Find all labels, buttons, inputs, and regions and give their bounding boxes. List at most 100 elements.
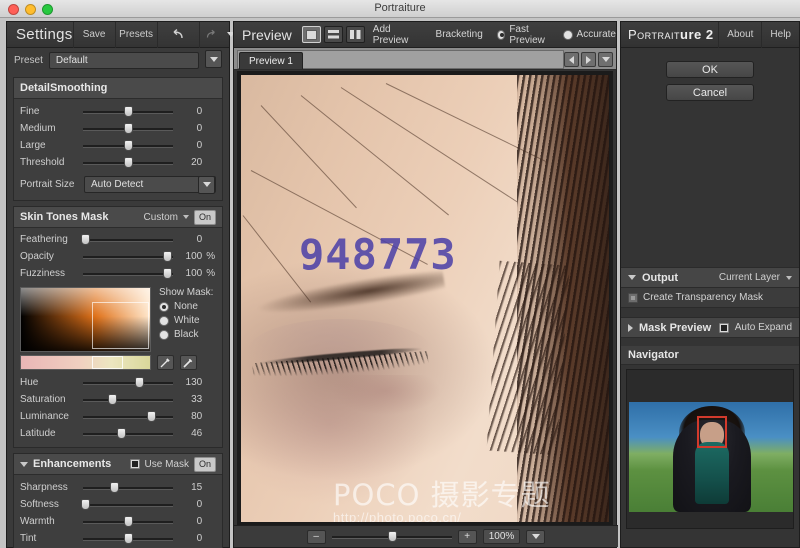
save-button[interactable]: Save [72, 21, 115, 48]
enhancements-toggle[interactable]: On [193, 456, 216, 472]
slider-latitude[interactable]: Latitude 46 [14, 425, 222, 442]
show-mask-option-white[interactable]: White [159, 315, 213, 326]
slider-track[interactable] [82, 377, 173, 389]
arrow-right-icon[interactable] [581, 52, 596, 67]
slider-track[interactable] [82, 106, 173, 118]
slider-fuzziness[interactable]: Fuzziness 100 % [14, 265, 222, 282]
portrait-size-select[interactable]: Auto Detect [84, 175, 216, 194]
slider-track[interactable] [82, 533, 173, 545]
eyedropper-icon[interactable] [157, 355, 174, 370]
enhancements-header[interactable]: Enhancements Use Mask On [14, 454, 222, 475]
slider-track[interactable] [82, 268, 173, 280]
quality-option-accurate[interactable]: Accurate [557, 29, 616, 40]
preview-image[interactable]: 948773 POCO 摄影专题 http://photo.poco.cn/ [241, 75, 609, 522]
zoom-out-button[interactable]: – [306, 529, 326, 544]
ok-button[interactable]: OK [666, 61, 754, 78]
radio-icon[interactable] [159, 315, 169, 326]
slider-feathering[interactable]: Feathering 0 [14, 231, 222, 248]
chevron-right-icon[interactable] [628, 323, 633, 332]
radio-icon[interactable] [496, 29, 506, 40]
zoom-level-value: 100% [482, 529, 521, 544]
radio-icon[interactable] [159, 329, 169, 340]
slider-threshold[interactable]: Threshold 20 [14, 154, 222, 171]
undo-icon[interactable] [156, 21, 199, 48]
under-eye-region [331, 375, 441, 415]
slider-track[interactable] [81, 234, 173, 246]
split-vertical-icon[interactable] [345, 26, 365, 43]
slider-track[interactable] [81, 499, 173, 511]
slider-value: 46 [191, 428, 203, 439]
slider-track[interactable] [82, 251, 173, 263]
add-preview-button[interactable]: Add Preview [365, 24, 428, 46]
show-mask-option-black[interactable]: Black [159, 329, 213, 340]
cancel-button[interactable]: Cancel [666, 84, 754, 101]
zoom-in-button[interactable]: + [457, 529, 477, 544]
radio-icon[interactable] [159, 301, 169, 312]
slider-track[interactable] [82, 157, 173, 169]
slider-track[interactable] [82, 428, 173, 440]
skin-tone-gradient-picker[interactable] [20, 287, 151, 352]
help-button[interactable]: Help [761, 21, 799, 48]
slider-track[interactable] [82, 123, 173, 135]
skin-tones-mask-title: Skin Tones Mask [20, 211, 109, 223]
single-view-icon[interactable] [301, 26, 321, 43]
slider-tint[interactable]: Tint 0 [14, 530, 222, 547]
preset-dropdown-icon[interactable] [205, 50, 222, 68]
app-logo: Portraiture 2 [621, 27, 718, 42]
slider-opacity[interactable]: Opacity 100 % [14, 248, 222, 265]
slider-softness[interactable]: Softness 0 [14, 496, 222, 513]
arrow-left-icon[interactable] [564, 52, 579, 67]
split-horizontal-icon[interactable] [323, 26, 343, 43]
eyedropper-plus-icon[interactable] [180, 355, 197, 370]
navigator-viewport-rect[interactable] [697, 416, 727, 448]
chevron-down-icon[interactable] [20, 461, 28, 467]
slider-luminance[interactable]: Luminance 80 [14, 408, 222, 425]
tab-menu-chevron-down-icon[interactable] [598, 52, 613, 67]
preview-tab-1[interactable]: Preview 1 [239, 52, 303, 69]
create-transparency-mask-row[interactable]: Create Transparency Mask [621, 288, 799, 308]
output-target-dropdown-icon[interactable] [786, 275, 792, 280]
hair-strands-region [486, 260, 570, 456]
preset-select[interactable]: Default [48, 51, 199, 69]
portrait-size-dropdown-icon[interactable] [198, 175, 215, 194]
slider-track[interactable] [82, 140, 173, 152]
settings-panel: Settings Save Presets Preset Default Det… [6, 21, 235, 548]
navigator-thumbnail[interactable] [626, 369, 794, 529]
auto-expand-checkbox[interactable] [718, 322, 729, 333]
chevron-down-icon[interactable] [628, 275, 636, 280]
zoom-slider-track[interactable] [331, 531, 452, 543]
redo-icon[interactable] [198, 21, 221, 48]
about-button[interactable]: About [718, 21, 761, 48]
slider-hue[interactable]: Hue 130 [14, 374, 222, 391]
slider-track[interactable] [82, 516, 173, 528]
mask-preview-section-header[interactable]: Mask Preview Auto Expand [621, 317, 799, 338]
bracketing-button[interactable]: Bracketing [428, 29, 491, 40]
presets-button[interactable]: Presets [114, 21, 157, 48]
slider-medium[interactable]: Medium 0 [14, 120, 222, 137]
skin-tones-mask-header[interactable]: Skin Tones Mask Custom On [14, 207, 222, 228]
radio-icon[interactable] [562, 29, 573, 40]
skin-tone-swatch-bar[interactable] [20, 355, 151, 370]
skin-tones-preset-value[interactable]: Custom [144, 212, 178, 223]
slider-sharpness[interactable]: Sharpness 15 [14, 479, 222, 496]
slider-fine[interactable]: Fine 0 [14, 103, 222, 120]
quality-option-fast[interactable]: Fast Preview [491, 24, 557, 46]
slider-saturation[interactable]: Saturation 33 [14, 391, 222, 408]
detail-smoothing-header[interactable]: DetailSmoothing [14, 78, 222, 99]
zoom-level-dropdown-icon[interactable] [526, 529, 546, 544]
slider-large[interactable]: Large 0 [14, 137, 222, 154]
show-mask-option-none[interactable]: None [159, 301, 213, 312]
skin-tones-toggle[interactable]: On [193, 209, 216, 225]
create-transparency-mask-checkbox[interactable] [628, 292, 638, 303]
output-section-header[interactable]: Output Current Layer [621, 267, 799, 288]
slider-value: 0 [196, 140, 203, 151]
watermark: POCO 摄影专题 http://photo.poco.cn/ [333, 472, 551, 522]
slider-warmth[interactable]: Warmth 0 [14, 513, 222, 530]
preview-canvas[interactable]: 948773 POCO 摄影专题 http://photo.poco.cn/ [237, 71, 613, 527]
slider-track[interactable] [82, 482, 173, 494]
use-mask-checkbox[interactable] [129, 459, 140, 469]
slider-track[interactable] [82, 411, 173, 423]
output-target-value[interactable]: Current Layer [719, 272, 780, 283]
skin-tones-preset-dropdown-icon[interactable] [182, 215, 189, 219]
slider-track[interactable] [82, 394, 173, 406]
